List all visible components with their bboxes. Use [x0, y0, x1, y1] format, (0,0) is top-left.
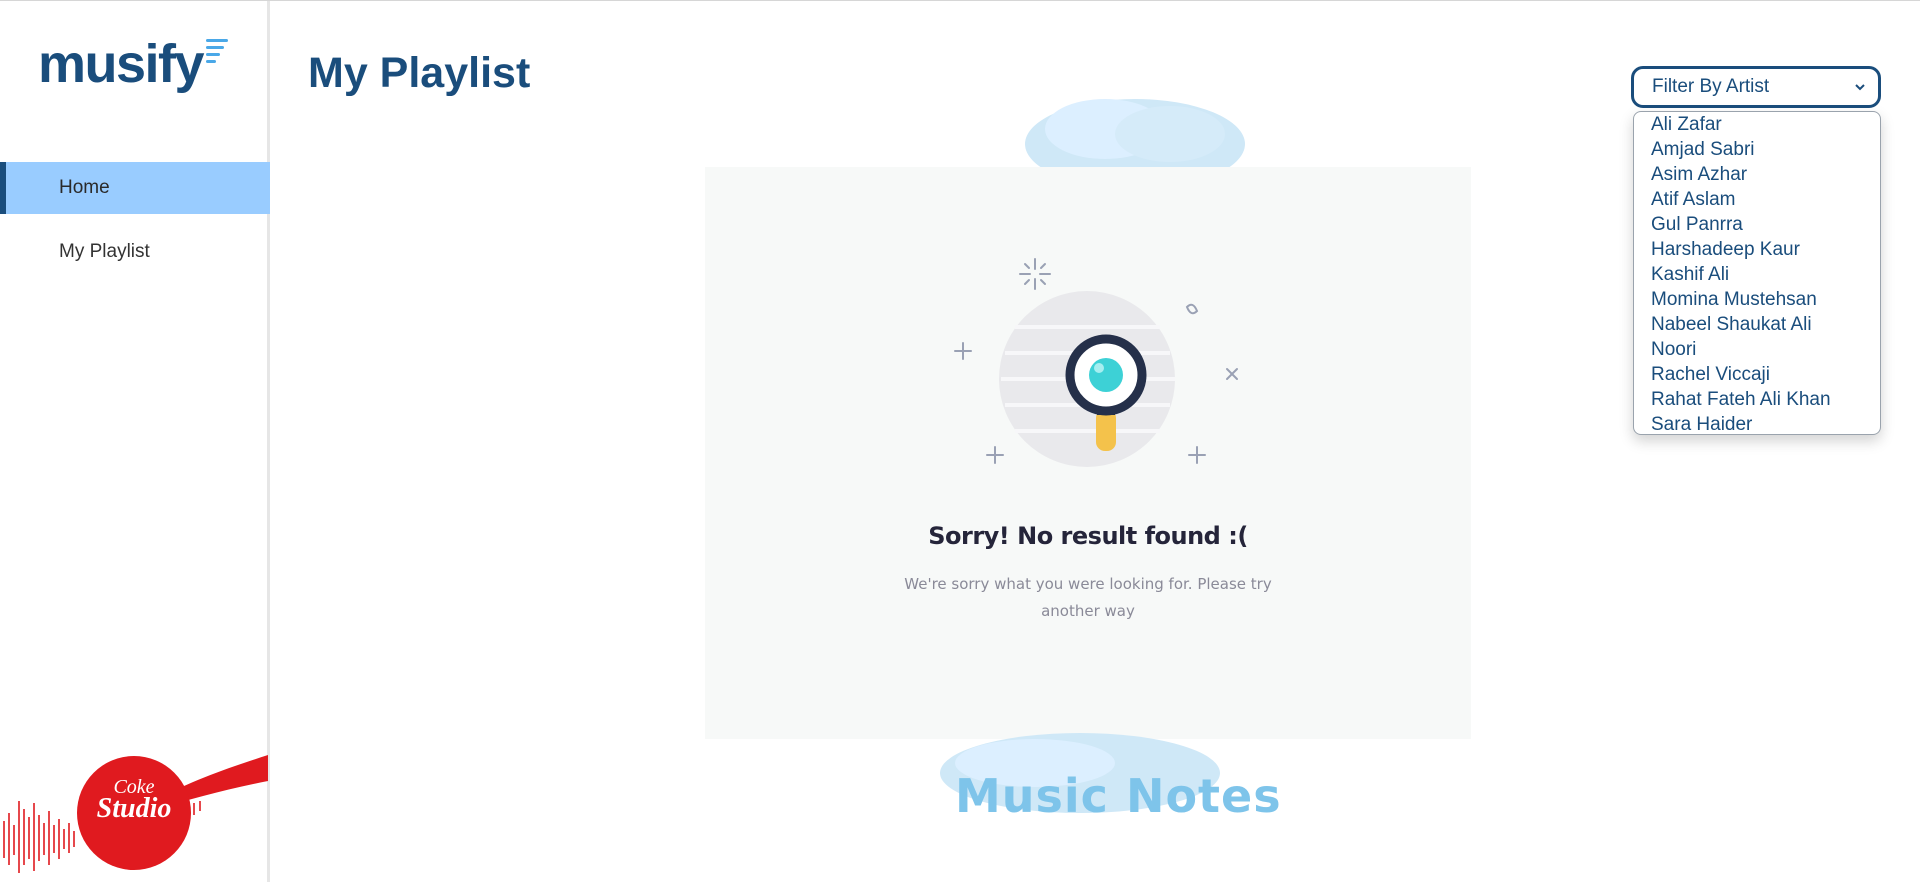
artist-option[interactable]: Gul Panrra [1634, 212, 1880, 237]
sidebar-item-my-playlist[interactable]: My Playlist [0, 226, 270, 278]
app-root: musify Home My Playlist Coke Studio My P… [0, 0, 1920, 882]
watercolor-splash [1025, 99, 1245, 179]
artist-option[interactable]: Sara Haider [1634, 412, 1880, 437]
artist-option[interactable]: Kashif Ali [1634, 262, 1880, 287]
empty-state-card: Sorry! No result found :( We're sorry wh… [705, 167, 1471, 739]
sidebar-nav: Home My Playlist [0, 162, 270, 278]
artist-option[interactable]: Asim Azhar [1634, 162, 1880, 187]
logo-bars-icon [206, 39, 229, 63]
logo-text: musify [38, 34, 205, 94]
artist-option[interactable]: Nabeel Shaukat Ali [1634, 312, 1880, 337]
artist-option[interactable]: Momina Mustehsan [1634, 287, 1880, 312]
empty-state-subtitle: We're sorry what you were looking for. P… [904, 575, 1272, 620]
empty-state-title: Sorry! No result found :( [928, 522, 1248, 550]
artist-option[interactable]: Noori [1634, 337, 1880, 362]
filter-by-artist-select[interactable]: Filter By Artist [1631, 66, 1881, 108]
artist-option[interactable]: Rahat Fateh Ali Khan [1634, 387, 1880, 412]
artist-option[interactable]: Atif Aslam [1634, 187, 1880, 212]
music-notes-art: Music Notes [955, 769, 1282, 823]
artist-option[interactable]: Ali Zafar [1634, 112, 1880, 137]
page-title: My Playlist [308, 49, 531, 97]
sidebar-item-home[interactable]: Home [0, 162, 270, 214]
sidebar-item-label: Home [59, 177, 110, 198]
filter-selected-value: Filter By Artist [1652, 76, 1770, 97]
artist-option[interactable]: Amjad Sabri [1634, 137, 1880, 162]
sidebar: musify Home My Playlist Coke Studio [0, 1, 270, 882]
coke-studio-logo: Coke Studio [78, 777, 190, 823]
brand-line-2: Studio [96, 793, 172, 824]
chevron-down-icon [1855, 84, 1865, 91]
artist-option[interactable]: Harshadeep Kaur [1634, 237, 1880, 262]
magnifier-icon [954, 258, 1238, 467]
coke-studio-banner: Coke Studio [0, 733, 268, 882]
artist-option[interactable]: Rachel Viccaji [1634, 362, 1880, 387]
artist-dropdown-list: Ali Zafar Amjad Sabri Asim Azhar Atif As… [1633, 111, 1881, 435]
musify-logo[interactable]: musify [38, 34, 229, 107]
sidebar-item-label: My Playlist [59, 241, 150, 262]
